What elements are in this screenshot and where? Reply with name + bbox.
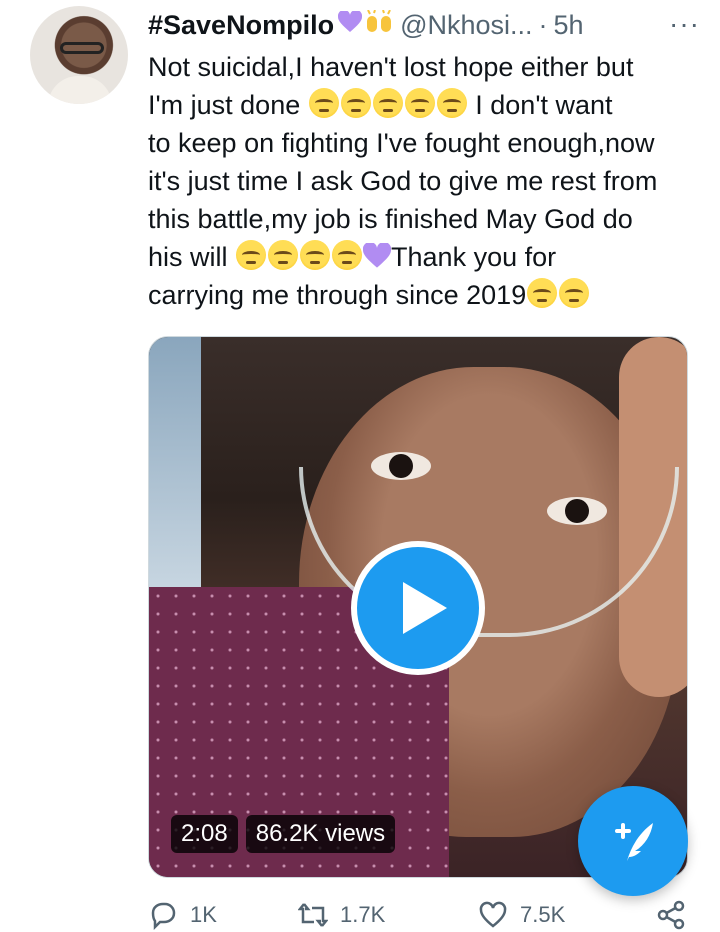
reply-count: 1K: [190, 902, 217, 927]
avatar-glasses: [60, 42, 104, 54]
retweet-icon: [298, 903, 328, 927]
timestamp[interactable]: 5h: [554, 10, 584, 41]
text-line: to keep on fighting I've fought enough,n…: [148, 128, 655, 158]
like-count: 7.5K: [520, 902, 566, 927]
reply-icon: [151, 902, 176, 930]
face-with-rolling-eyes-icon: [308, 88, 339, 118]
video-duration: 2:08: [171, 815, 238, 853]
heart-icon: [479, 901, 507, 928]
share-button[interactable]: [656, 900, 686, 930]
background-window: [149, 337, 201, 597]
face-with-rolling-eyes-icon: [340, 88, 371, 118]
face-with-rolling-eyes-icon: [236, 240, 267, 270]
more-options-icon[interactable]: ···: [669, 8, 700, 40]
play-icon: [403, 582, 447, 634]
avatar[interactable]: [30, 6, 128, 104]
display-name[interactable]: #SaveNompilo: [148, 10, 334, 41]
face-with-rolling-eyes-icon: [268, 240, 299, 270]
video-stats-overlay: 2:08 86.2K views: [171, 815, 396, 853]
raised-hands-icon: [366, 9, 392, 40]
face-with-rolling-eyes-icon: [404, 88, 435, 118]
text-line: Not suicidal,I haven't lost hope either …: [148, 52, 634, 82]
retweet-button[interactable]: 1.7K: [298, 900, 385, 930]
face-with-rolling-eyes-icon: [332, 240, 363, 270]
avatar-shirt: [48, 76, 112, 104]
text-line: his will: [148, 242, 228, 272]
user-handle[interactable]: @Nkhosi...: [400, 10, 532, 41]
video-views: 86.2K views: [245, 815, 396, 853]
tweet-header: #SaveNompilo @Nkhosi... · 5h ···: [148, 8, 700, 42]
text-line: I don't want: [475, 90, 613, 120]
separator-dot: ·: [538, 9, 548, 40]
text-line: Thank you for: [391, 242, 557, 272]
compose-tweet-button[interactable]: [578, 786, 688, 896]
like-button[interactable]: 7.5K: [478, 900, 565, 930]
reply-button[interactable]: 1K: [148, 900, 217, 930]
purple-heart-icon: [337, 9, 363, 39]
compose-tweet-icon: [615, 823, 653, 861]
purple-heart-icon: [363, 243, 392, 268]
face-with-rolling-eyes-icon: [559, 278, 590, 308]
face-with-rolling-eyes-icon: [527, 278, 558, 308]
face-with-rolling-eyes-icon: [372, 88, 403, 118]
retweet-count: 1.7K: [340, 902, 386, 927]
text-line: it's just time I ask God to give me rest…: [148, 166, 658, 196]
text-line: I'm just done: [148, 90, 301, 120]
share-icon: [657, 900, 685, 930]
play-button[interactable]: [351, 541, 485, 675]
text-line: this battle,my job is finished May God d…: [148, 204, 633, 234]
tweet-text: Not suicidal,I haven't lost hope either …: [148, 48, 708, 314]
tweet-actions: 1K 1.7K 7.5K: [148, 898, 696, 932]
face-with-rolling-eyes-icon: [436, 88, 467, 118]
face-with-rolling-eyes-icon: [300, 240, 331, 270]
text-line: carrying me through since 2019: [148, 280, 527, 310]
